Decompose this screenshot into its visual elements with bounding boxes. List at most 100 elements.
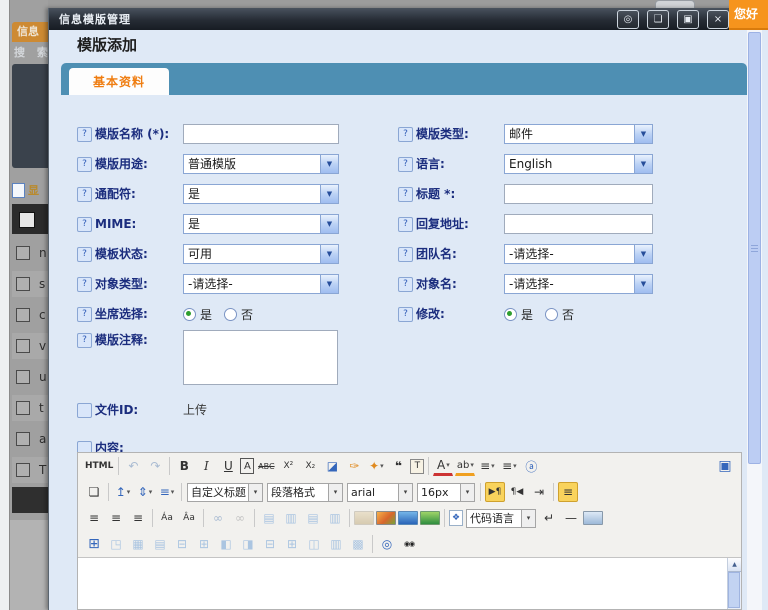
unordered-list-button[interactable]: ≡▾ bbox=[499, 456, 519, 476]
italic-button[interactable]: I bbox=[196, 456, 216, 476]
font-family-select[interactable]: arial▾ bbox=[347, 483, 413, 502]
help-icon[interactable]: ? bbox=[77, 247, 92, 262]
select-field[interactable]: 是▼ bbox=[183, 214, 339, 234]
comment-textarea[interactable] bbox=[183, 330, 338, 385]
font-color-button[interactable]: A▾ bbox=[433, 457, 453, 476]
text-input[interactable] bbox=[504, 214, 653, 234]
table-properties-button[interactable]: ▦ bbox=[128, 534, 148, 554]
ltr-paragraph-button[interactable]: ▶¶ bbox=[485, 482, 505, 502]
chevron-down-icon[interactable]: ▾ bbox=[521, 510, 535, 527]
chevron-down-icon[interactable]: ▼ bbox=[320, 245, 338, 263]
row-checkbox[interactable] bbox=[16, 432, 30, 446]
radio-button[interactable] bbox=[545, 308, 558, 321]
cell-properties-button[interactable]: ▤ bbox=[150, 534, 170, 554]
text-input[interactable] bbox=[183, 124, 339, 144]
valign-top-button[interactable]: ↥▾ bbox=[113, 482, 133, 502]
highlight-color-button[interactable]: ab▾ bbox=[455, 457, 475, 476]
insert-template-button[interactable]: ↵ bbox=[539, 508, 559, 528]
row-checkbox[interactable] bbox=[16, 277, 30, 291]
fullscreen-button[interactable]: ▣ bbox=[715, 456, 735, 476]
insert-map-button[interactable] bbox=[420, 511, 440, 525]
help-icon[interactable]: ? bbox=[77, 333, 92, 348]
chevron-down-icon[interactable]: ▼ bbox=[320, 185, 338, 203]
format-brush-button[interactable]: ✑ bbox=[344, 456, 364, 476]
row-checkbox[interactable] bbox=[16, 370, 30, 384]
text-effect-button[interactable]: ✦▾ bbox=[366, 456, 386, 476]
col-delete-button[interactable]: ⊞ bbox=[282, 534, 302, 554]
layout-button-4[interactable]: ▥ bbox=[325, 508, 345, 528]
help-icon[interactable]: ? bbox=[398, 187, 413, 202]
blockquote-button[interactable]: ❝ bbox=[388, 456, 408, 476]
dialog-scrollbar-thumb[interactable] bbox=[748, 32, 761, 464]
undo-button[interactable]: ↶ bbox=[123, 456, 143, 476]
strikethrough-button[interactable]: ABC bbox=[256, 456, 276, 476]
radio-button[interactable] bbox=[224, 308, 237, 321]
help-icon[interactable]: ? bbox=[398, 157, 413, 172]
horizontal-rule-button[interactable]: — bbox=[561, 508, 581, 528]
select-field[interactable]: 是▼ bbox=[183, 184, 339, 204]
indent-button[interactable]: ⇥ bbox=[529, 482, 549, 502]
rtl-paragraph-button[interactable]: ¶◀ bbox=[507, 482, 527, 502]
help-icon[interactable]: ? bbox=[77, 127, 92, 142]
dialog-scrollbar[interactable] bbox=[747, 30, 762, 610]
link-button[interactable]: ∞ bbox=[208, 508, 228, 528]
html-source-button[interactable]: HTML bbox=[84, 456, 114, 476]
code-language-select[interactable]: 代码语言▾ bbox=[466, 509, 536, 528]
row-checkbox[interactable] bbox=[16, 246, 30, 260]
editor-content-area[interactable]: ▲ bbox=[78, 557, 741, 609]
layout-button-1[interactable]: ▤ bbox=[259, 508, 279, 528]
upload-link[interactable]: 上传 bbox=[183, 400, 207, 420]
text-input[interactable] bbox=[504, 184, 653, 204]
chevron-down-icon[interactable]: ▾ bbox=[248, 484, 262, 501]
custom-title-select[interactable]: 自定义标题▾ bbox=[187, 483, 263, 502]
insert-image-button[interactable] bbox=[376, 511, 396, 525]
paste-plain-button[interactable]: T bbox=[410, 459, 424, 474]
select-field[interactable]: -请选择-▼ bbox=[504, 244, 653, 264]
letter-spacing-button[interactable]: Áa bbox=[157, 508, 177, 528]
row-delete-button[interactable]: ⊟ bbox=[260, 534, 280, 554]
scroll-up-icon[interactable]: ▲ bbox=[728, 558, 741, 572]
chevron-down-icon[interactable]: ▾ bbox=[328, 484, 342, 501]
cell-merge-button[interactable]: ◫ bbox=[304, 534, 324, 554]
unlink-button[interactable]: ∞ bbox=[230, 508, 250, 528]
row-checkbox[interactable] bbox=[16, 339, 30, 353]
chevron-down-icon[interactable]: ▼ bbox=[634, 275, 652, 293]
help-icon[interactable] bbox=[77, 403, 92, 418]
insert-chart-button[interactable] bbox=[398, 511, 418, 525]
help-icon[interactable]: ? bbox=[398, 247, 413, 262]
chevron-down-icon[interactable]: ▼ bbox=[634, 245, 652, 263]
select-field[interactable]: 可用▼ bbox=[183, 244, 339, 264]
restore-button[interactable]: ▣ bbox=[677, 10, 699, 29]
help-icon[interactable]: ? bbox=[77, 187, 92, 202]
row-insert-below-button[interactable]: ⊞ bbox=[194, 534, 214, 554]
radio-button[interactable] bbox=[504, 308, 517, 321]
align-justify-button[interactable]: ≡ bbox=[128, 508, 148, 528]
insert-table-button[interactable]: ⊞ bbox=[84, 534, 104, 554]
chevron-down-icon[interactable]: ▼ bbox=[634, 155, 652, 173]
help-icon[interactable]: ? bbox=[77, 277, 92, 292]
preview-button[interactable]: ◎ bbox=[377, 534, 397, 554]
valign-middle-button[interactable]: ⇕▾ bbox=[135, 482, 155, 502]
editor-scrollbar[interactable]: ▲ bbox=[727, 558, 741, 609]
new-document-button[interactable]: ❏ bbox=[84, 482, 104, 502]
select-field[interactable]: -请选择-▼ bbox=[183, 274, 339, 294]
page-break-button[interactable] bbox=[583, 511, 603, 525]
help-icon[interactable]: ? bbox=[398, 277, 413, 292]
row-insert-above-button[interactable]: ⊟ bbox=[172, 534, 192, 554]
radio-button[interactable] bbox=[183, 308, 196, 321]
font-attr-button[interactable]: A bbox=[240, 458, 254, 474]
chevron-down-icon[interactable]: ▾ bbox=[460, 484, 474, 501]
help-icon[interactable]: ? bbox=[398, 127, 413, 142]
close-button[interactable]: × bbox=[707, 10, 729, 29]
row-checkbox[interactable] bbox=[16, 401, 30, 415]
cell-split-v-button[interactable]: ▩ bbox=[348, 534, 368, 554]
chevron-down-icon[interactable]: ▼ bbox=[634, 125, 652, 143]
help-icon[interactable]: ? bbox=[77, 307, 92, 322]
background-tab-info[interactable]: 信息 bbox=[12, 22, 48, 42]
paragraph-format-select[interactable]: 段落格式▾ bbox=[267, 483, 343, 502]
font-size-select[interactable]: 16px▾ bbox=[417, 483, 475, 502]
row-checkbox[interactable] bbox=[16, 463, 30, 477]
help-icon[interactable]: ? bbox=[77, 157, 92, 172]
superscript-button[interactable]: X² bbox=[278, 456, 298, 476]
image-placeholder-button[interactable] bbox=[354, 511, 374, 525]
